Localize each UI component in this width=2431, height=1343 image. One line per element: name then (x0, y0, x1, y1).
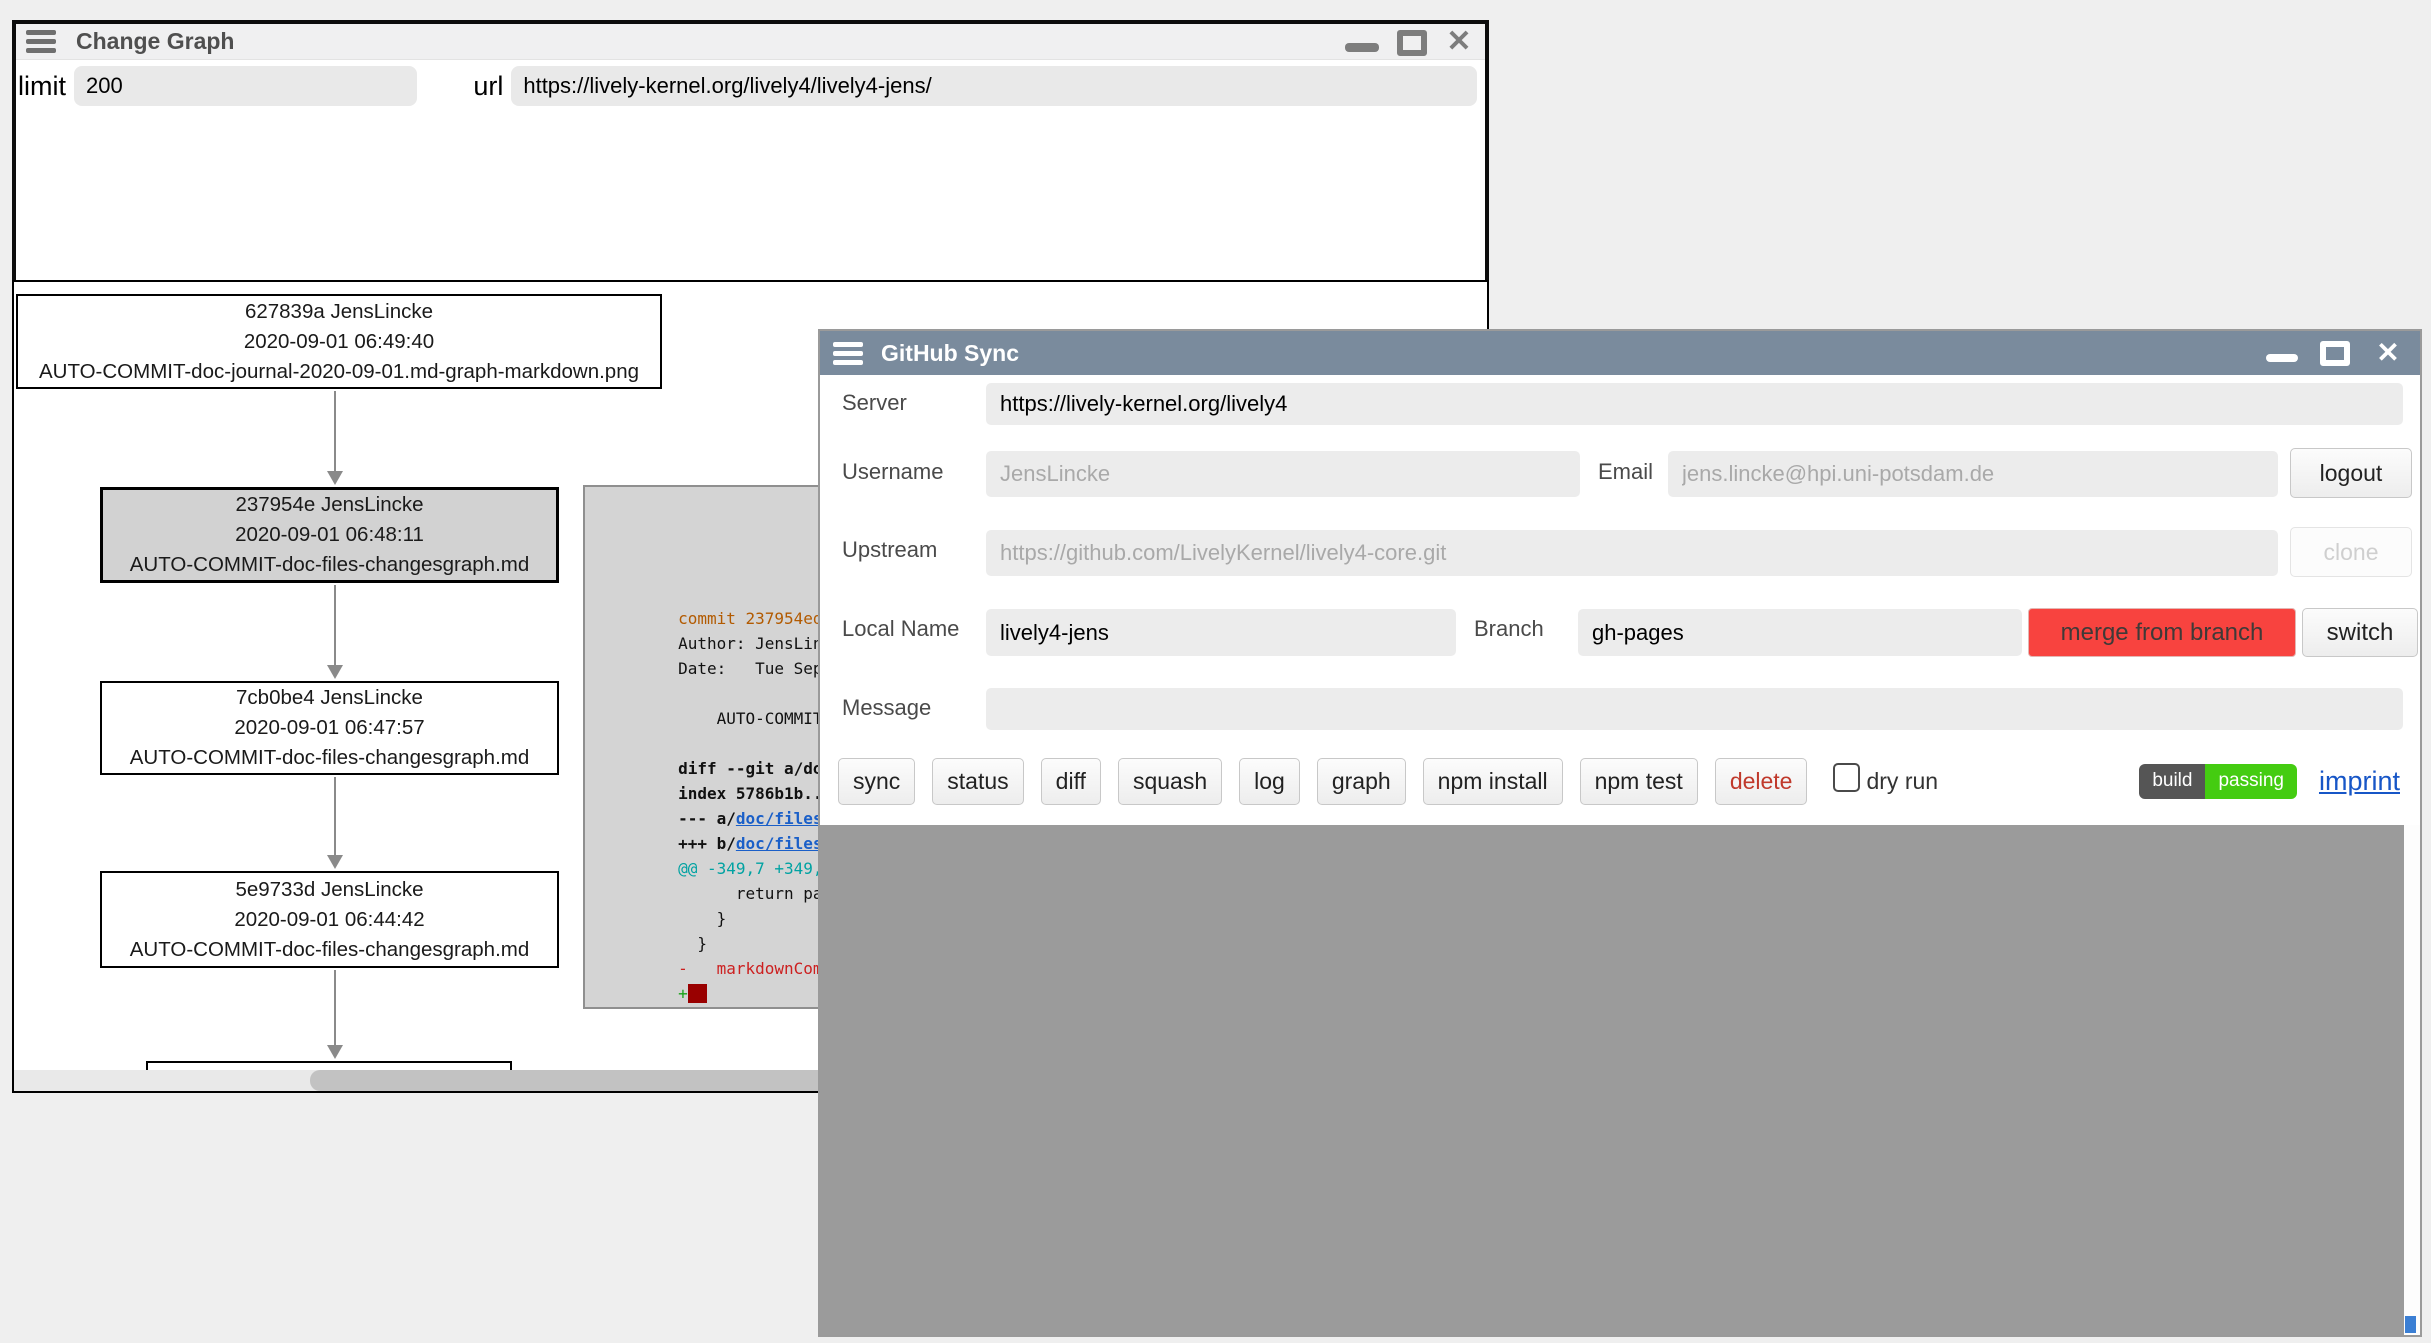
close-button[interactable]: ✕ (2372, 331, 2404, 375)
commit-date: 2020-09-01 06:49:40 (18, 327, 660, 357)
github-sync-window: GitHub Sync ✕ Server Username Email logo… (818, 329, 2422, 1337)
email-input[interactable] (1668, 451, 2278, 497)
arrow-down-icon (327, 391, 343, 485)
vertical-scrollbar[interactable] (2404, 825, 2420, 1335)
branch-input[interactable] (1578, 609, 2022, 656)
action-button[interactable]: sync (838, 758, 915, 805)
action-button[interactable]: status (932, 758, 1023, 805)
limit-input[interactable] (74, 66, 417, 106)
scrollbar-thumb[interactable] (2405, 1316, 2416, 1333)
merge-from-branch-button[interactable]: merge from branch (2028, 608, 2296, 657)
maximize-button[interactable] (2320, 331, 2352, 375)
action-button[interactable]: npm test (1580, 758, 1698, 805)
commit-message: AUTO-COMMIT-doc-files-changesgraph.md (103, 550, 556, 580)
action-button[interactable]: graph (1317, 758, 1406, 805)
clone-button: clone (2290, 527, 2412, 577)
url-input[interactable] (511, 66, 1477, 106)
minimize-button[interactable] (2266, 331, 2302, 375)
build-status-badge: build passing (2139, 764, 2297, 799)
change-graph-titlebar: Change Graph (16, 24, 1485, 60)
action-button[interactable]: delete (1715, 758, 1808, 805)
message-input[interactable] (986, 688, 2403, 730)
imprint-link[interactable]: imprint (2319, 766, 2400, 797)
menu-icon[interactable] (26, 30, 56, 53)
branch-label: Branch (1474, 616, 1544, 642)
action-button[interactable]: npm install (1423, 758, 1563, 805)
actions-toolbar: sync status diff squash log graph npm install n… (838, 756, 2400, 806)
close-button[interactable]: ✕ (1443, 24, 1475, 60)
commit-date: 2020-09-01 06:48:11 (103, 520, 556, 550)
arrow-down-icon (327, 777, 343, 869)
maximize-button[interactable] (1397, 24, 1429, 60)
commit-id-author: 7cb0be4 JensLincke (102, 683, 557, 713)
badge-passing-label: passing (2205, 764, 2297, 799)
action-button[interactable]: diff (1041, 758, 1101, 805)
username-input[interactable] (986, 451, 1580, 497)
window-title: GitHub Sync (881, 340, 1019, 367)
email-label: Email (1598, 459, 1653, 485)
commit-id-author: 627839a JensLincke (18, 297, 660, 327)
dry-run-label: dry run (1866, 768, 1938, 795)
commit-box[interactable]: 7cb0be4 JensLincke 2020-09-01 06:47:57 A… (100, 681, 559, 775)
commit-message: AUTO-COMMIT-doc-files-changesgraph.md (102, 935, 557, 965)
local-name-label: Local Name (842, 616, 959, 642)
message-label: Message (842, 695, 931, 721)
commit-box[interactable]: 627839a JensLincke 2020-09-01 06:49:40 A… (16, 294, 662, 389)
commit-message: AUTO-COMMIT-doc-journal-2020-09-01.md-gr… (18, 357, 660, 387)
logout-button[interactable]: logout (2290, 448, 2412, 498)
window-title: Change Graph (76, 28, 234, 55)
arrow-down-icon (327, 585, 343, 679)
commit-date: 2020-09-01 06:47:57 (102, 713, 557, 743)
arrow-down-icon (327, 970, 343, 1059)
dry-run-group: dry run (1833, 763, 1938, 800)
action-button[interactable]: log (1239, 758, 1300, 805)
commit-message: AUTO-COMMIT-doc-files-changesgraph.md (102, 743, 557, 773)
commit-id-author: 5e9733d JensLincke (102, 875, 557, 905)
upstream-input[interactable] (986, 530, 2278, 576)
dry-run-checkbox[interactable] (1833, 763, 1860, 792)
action-button[interactable]: squash (1118, 758, 1222, 805)
commit-date: 2020-09-01 06:44:42 (102, 905, 557, 935)
switch-button[interactable]: switch (2302, 608, 2418, 657)
username-label: Username (842, 459, 943, 485)
action-buttons: sync status diff squash log graph npm install n… (838, 758, 1807, 805)
limit-label: limit (18, 71, 66, 102)
server-label: Server (842, 390, 907, 416)
github-sync-titlebar: GitHub Sync ✕ (820, 331, 2420, 375)
commit-box[interactable]: 237954e JensLincke 2020-09-01 06:48:11 A… (100, 487, 559, 583)
minimize-button[interactable] (1345, 24, 1381, 60)
local-name-input[interactable] (986, 609, 1456, 656)
server-input[interactable] (986, 383, 2403, 425)
upstream-label: Upstream (842, 537, 937, 563)
sync-output-area (820, 825, 2420, 1335)
url-label: url (473, 71, 503, 102)
change-graph-form: limit url (18, 64, 1477, 108)
commit-box[interactable]: 5e9733d JensLincke 2020-09-01 06:44:42 A… (100, 871, 559, 968)
commit-id-author: 237954e JensLincke (103, 490, 556, 520)
menu-icon[interactable] (833, 342, 863, 365)
badge-build-label: build (2139, 764, 2205, 799)
